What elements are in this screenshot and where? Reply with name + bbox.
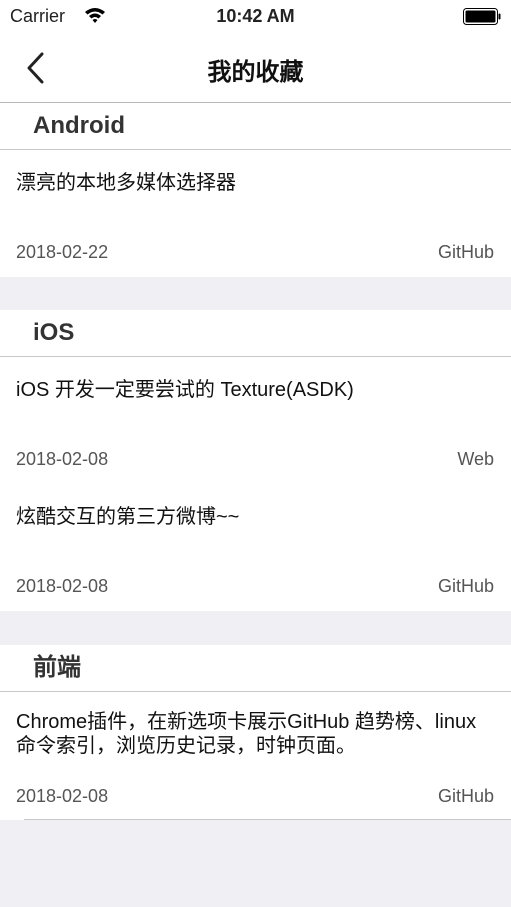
status-bar: Carrier 10:42 AM: [0, 0, 511, 34]
item-source: Web: [457, 449, 494, 469]
section-header: iOS: [0, 310, 511, 357]
page-title: 我的收藏: [207, 59, 304, 86]
item-title: 漂亮的本地多媒体选择器: [16, 172, 236, 194]
list-item[interactable]: 炫酷交互的第三方微博~~ 2018-02-08 GitHub: [0, 484, 511, 611]
list-item[interactable]: 漂亮的本地多媒体选择器 2018-02-22 GitHub: [0, 150, 511, 277]
navigation-bar: 我的收藏: [0, 34, 511, 103]
clock-time: 10:42 AM: [216, 6, 295, 26]
section-header: Android: [0, 103, 511, 150]
item-date: 2018-02-08: [16, 449, 109, 469]
item-title: Chrome插件，在新选项卡展示GitHub 趋势榜、linux 命令索引，浏览…: [16, 711, 477, 757]
section-ios: iOS iOS 开发一定要尝试的 Texture(ASDK) 2018-02-0…: [0, 310, 511, 611]
section-android: Android 漂亮的本地多媒体选择器 2018-02-22 GitHub: [0, 103, 511, 277]
item-source: GitHub: [437, 786, 494, 806]
item-title: 炫酷交互的第三方微博~~: [16, 506, 240, 528]
item-source: GitHub: [437, 242, 494, 262]
item-source: GitHub: [437, 576, 494, 596]
section-frontend: 前端 Chrome插件，在新选项卡展示GitHub 趋势榜、linux 命令索引…: [0, 645, 511, 820]
item-date: 2018-02-08: [16, 786, 109, 806]
item-date: 2018-02-08: [16, 576, 109, 596]
section-header: 前端: [0, 645, 511, 692]
item-date: 2018-02-22: [16, 242, 109, 262]
row-separator: [24, 819, 511, 820]
battery-icon: [463, 8, 501, 25]
list-item[interactable]: iOS 开发一定要尝试的 Texture(ASDK) 2018-02-08 We…: [0, 357, 511, 484]
item-title: iOS 开发一定要尝试的 Texture(ASDK): [16, 379, 354, 401]
list-item[interactable]: Chrome插件，在新选项卡展示GitHub 趋势榜、linux 命令索引，浏览…: [0, 692, 511, 820]
